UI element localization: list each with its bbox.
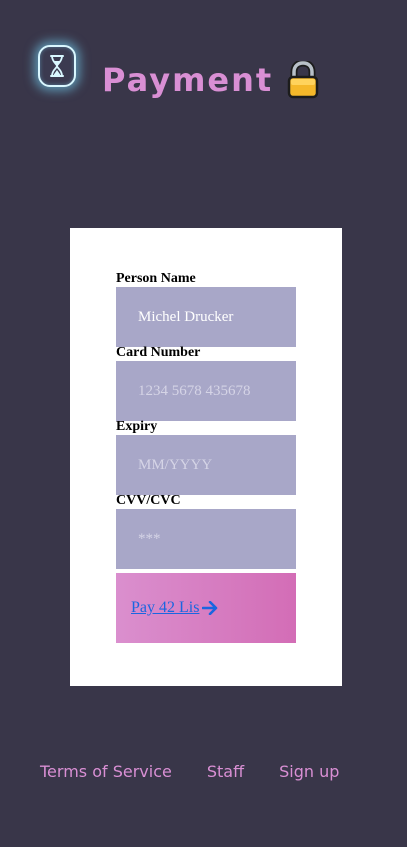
footer-nav: Terms of Service Staff Sign up (40, 762, 339, 781)
lock-icon (287, 61, 319, 99)
cvv-group: CVV/CVC (116, 493, 296, 569)
person-name-label: Person Name (116, 271, 196, 286)
staff-link[interactable]: Staff (207, 762, 244, 781)
page-title: Payment (102, 61, 274, 99)
card-number-group: Card Number (116, 345, 296, 421)
pay-label: Pay 42 Lis (131, 599, 200, 616)
expiry-input[interactable] (116, 435, 296, 495)
cvv-label: CVV/CVC (116, 493, 181, 508)
pay-link[interactable]: Pay 42 Lis (131, 599, 218, 617)
card-number-label: Card Number (116, 345, 201, 360)
card-number-input[interactable] (116, 361, 296, 421)
cvv-input[interactable] (116, 509, 296, 569)
page-header: Payment (102, 58, 319, 102)
expiry-group: Expiry (116, 419, 296, 495)
hourglass-icon[interactable] (38, 45, 76, 87)
payment-form: Person Name Card Number Expiry CVV/CVC P… (70, 228, 342, 686)
expiry-label: Expiry (116, 419, 158, 434)
person-name-input[interactable] (116, 287, 296, 347)
arrow-right-icon (202, 601, 218, 615)
pay-button[interactable]: Pay 42 Lis (116, 573, 296, 643)
terms-of-service-link[interactable]: Terms of Service (40, 762, 172, 781)
sign-up-link[interactable]: Sign up (279, 762, 339, 781)
person-name-group: Person Name (116, 271, 296, 347)
